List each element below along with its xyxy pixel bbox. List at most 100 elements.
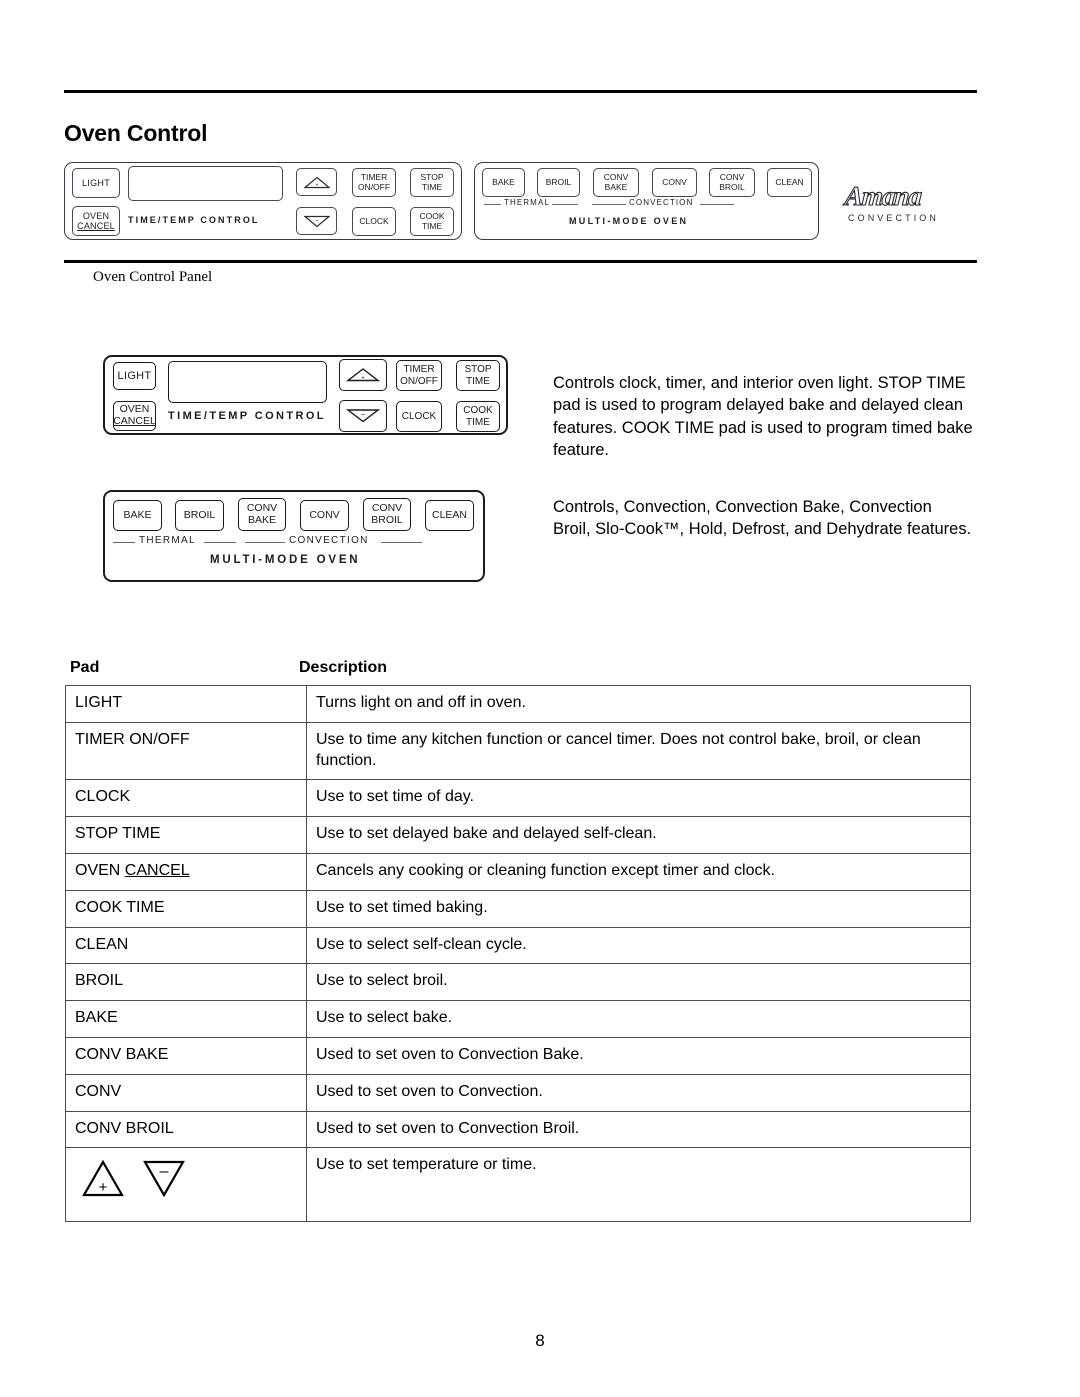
pad-stop-time-large[interactable]: STOP TIME <box>456 360 500 391</box>
pad-stop-time-small[interactable]: STOP TIME <box>410 168 454 197</box>
table-row: BAKE Use to select bake. <box>65 1000 971 1038</box>
cell-description: Used to set oven to Convection Broil. <box>306 1110 971 1149</box>
pad-clean-large[interactable]: CLEAN <box>425 500 474 531</box>
convection-line-left-large <box>245 542 285 544</box>
label-convection-large: CONVECTION <box>289 535 369 546</box>
pad-increase-small[interactable]: + <box>296 168 337 196</box>
cell-description: Use to select broil. <box>306 963 971 1002</box>
table-row: LIGHT Turns light on and off in oven. <box>65 685 971 723</box>
convection-line-right <box>700 204 734 206</box>
cell-description: Use to set time of day. <box>306 779 971 818</box>
cell-pad: STOP TIME <box>65 816 307 854</box>
cell-pad: CONV BAKE <box>65 1036 307 1075</box>
amana-brand-logo: Amana CONVECTION <box>843 180 940 223</box>
pad-clock-small[interactable]: CLOCK <box>352 207 396 236</box>
cell-pad: TIMER ON/OFF <box>65 721 307 781</box>
pad-cook-time-large[interactable]: COOK TIME <box>456 401 500 432</box>
thermal-line-left-large <box>113 542 135 544</box>
svg-text:+: + <box>361 375 365 381</box>
pad-cook-time-line2: TIME <box>421 220 443 231</box>
down-arrow-minus-icon: – <box>297 208 336 234</box>
cell-description: Use to select bake. <box>306 1000 971 1038</box>
table-row: CONV BROIL Used to set oven to Convectio… <box>65 1110 971 1149</box>
cell-description: Use to set delayed bake and delayed self… <box>306 816 971 854</box>
pad-conv-bake-line2: BAKE <box>604 181 628 192</box>
cell-pad-arrow-icons: + – <box>65 1147 307 1223</box>
pad-bake-small[interactable]: BAKE <box>482 168 525 197</box>
label-time-temp-control-large: TIME/TEMP CONTROL <box>168 410 326 422</box>
table-row: STOP TIME Use to set delayed bake and de… <box>65 816 971 854</box>
pad-timer-onoff-small[interactable]: TIMER ON/OFF <box>352 168 396 197</box>
display-window-small <box>128 166 283 201</box>
thermal-line-right <box>552 204 578 206</box>
label-multimode-oven-small: MULTI-MODE OVEN <box>569 216 689 226</box>
table-row: CLOCK Use to set time of day. <box>65 779 971 818</box>
up-arrow-plus-icon: + <box>340 360 386 390</box>
pad-stop-time-line2: TIME <box>421 181 443 192</box>
table-row: COOK TIME Use to set timed baking. <box>65 889 971 928</box>
pad-conv-bake-large-line1: CONV <box>246 501 278 514</box>
pad-cook-time-large-line2: TIME <box>466 416 490 428</box>
pad-clock-large[interactable]: CLOCK <box>396 401 442 432</box>
page-number: 8 <box>535 1331 545 1350</box>
cell-pad-underlined: CANCEL <box>124 861 190 879</box>
svg-text:–: – <box>160 1163 169 1180</box>
pad-cook-time-small[interactable]: COOK TIME <box>410 207 454 236</box>
up-arrow-plus-icon: + <box>81 1159 125 1206</box>
convection-line-right-large <box>381 542 422 544</box>
pad-timer-onoff-large[interactable]: TIMER ON/OFF <box>396 360 442 391</box>
amana-tagline: CONVECTION <box>848 213 940 223</box>
table-header-description: Description <box>299 659 388 676</box>
cell-pad: COOK TIME <box>65 889 307 928</box>
cell-pad: CLEAN <box>65 926 307 965</box>
down-arrow-minus-icon: – <box>142 1159 186 1206</box>
cell-pad-oven-cancel: OVEN CANCEL <box>65 852 307 891</box>
down-arrow-minus-icon: – <box>340 401 386 431</box>
pad-oven-cancel-line1: OVEN <box>82 210 110 221</box>
pad-light-large[interactable]: LIGHT <box>113 362 156 390</box>
cell-description: Use to select self-clean cycle. <box>306 926 971 965</box>
pad-broil-large[interactable]: BROIL <box>175 500 224 531</box>
thermal-line-right-large <box>204 542 236 544</box>
pad-timer-large-line1: TIMER <box>403 364 435 376</box>
pad-broil-small[interactable]: BROIL <box>537 168 580 197</box>
pad-timer-line2: ON/OFF <box>357 181 391 192</box>
pad-conv-broil-line2: BROIL <box>719 181 745 192</box>
document-page: Oven Control LIGHT OVEN CANCEL TIME/TEMP… <box>0 0 1080 1397</box>
label-thermal-large: THERMAL <box>139 535 196 546</box>
pad-timer-large-line2: ON/OFF <box>400 375 438 387</box>
pad-conv-bake-large[interactable]: CONV BAKE <box>238 498 286 531</box>
pad-decrease-large[interactable]: – <box>339 400 387 432</box>
pad-bake-large[interactable]: BAKE <box>113 500 162 531</box>
cell-description: Turns light on and off in oven. <box>306 685 971 723</box>
cell-pad-prefix: OVEN <box>75 861 125 879</box>
table-row: CONV Used to set oven to Convection. <box>65 1073 971 1112</box>
pad-description-table: LIGHT Turns light on and off in oven. TI… <box>65 685 971 1223</box>
cell-description: Used to set oven to Convection. <box>306 1073 971 1112</box>
pad-conv-broil-large-line1: CONV <box>371 501 403 514</box>
figure-rule <box>64 260 977 263</box>
pad-decrease-small[interactable]: – <box>296 207 337 235</box>
pad-cook-time-large-line1: COOK <box>463 405 493 417</box>
pad-oven-cancel-large-line2: CANCEL <box>113 415 156 427</box>
pad-conv-bake-small[interactable]: CONV BAKE <box>593 168 639 197</box>
table-row: CONV BAKE Used to set oven to Convection… <box>65 1036 971 1075</box>
thermal-line-left <box>484 204 501 206</box>
pad-oven-cancel-large[interactable]: OVEN CANCEL <box>113 401 156 431</box>
pad-clean-small[interactable]: CLEAN <box>767 168 812 197</box>
pad-conv-broil-small[interactable]: CONV BROIL <box>709 168 755 197</box>
up-arrow-plus-icon: + <box>297 169 336 195</box>
header-rule <box>64 90 977 93</box>
cell-pad: BAKE <box>65 1000 307 1038</box>
pad-light-small[interactable]: LIGHT <box>72 168 120 198</box>
description-time-temp: Controls clock, timer, and interior oven… <box>553 374 973 460</box>
pad-conv-small[interactable]: CONV <box>652 168 697 197</box>
label-multimode-oven-large: MULTI-MODE OVEN <box>210 554 361 566</box>
pad-conv-broil-large[interactable]: CONV BROIL <box>363 498 411 531</box>
cell-pad: CLOCK <box>65 779 307 818</box>
table-header-pad: Pad <box>70 659 100 676</box>
pad-increase-large[interactable]: + <box>339 359 387 391</box>
pad-oven-cancel-small[interactable]: OVEN CANCEL <box>72 206 120 236</box>
pad-conv-large[interactable]: CONV <box>300 500 349 531</box>
table-row: BROIL Use to select broil. <box>65 963 971 1002</box>
